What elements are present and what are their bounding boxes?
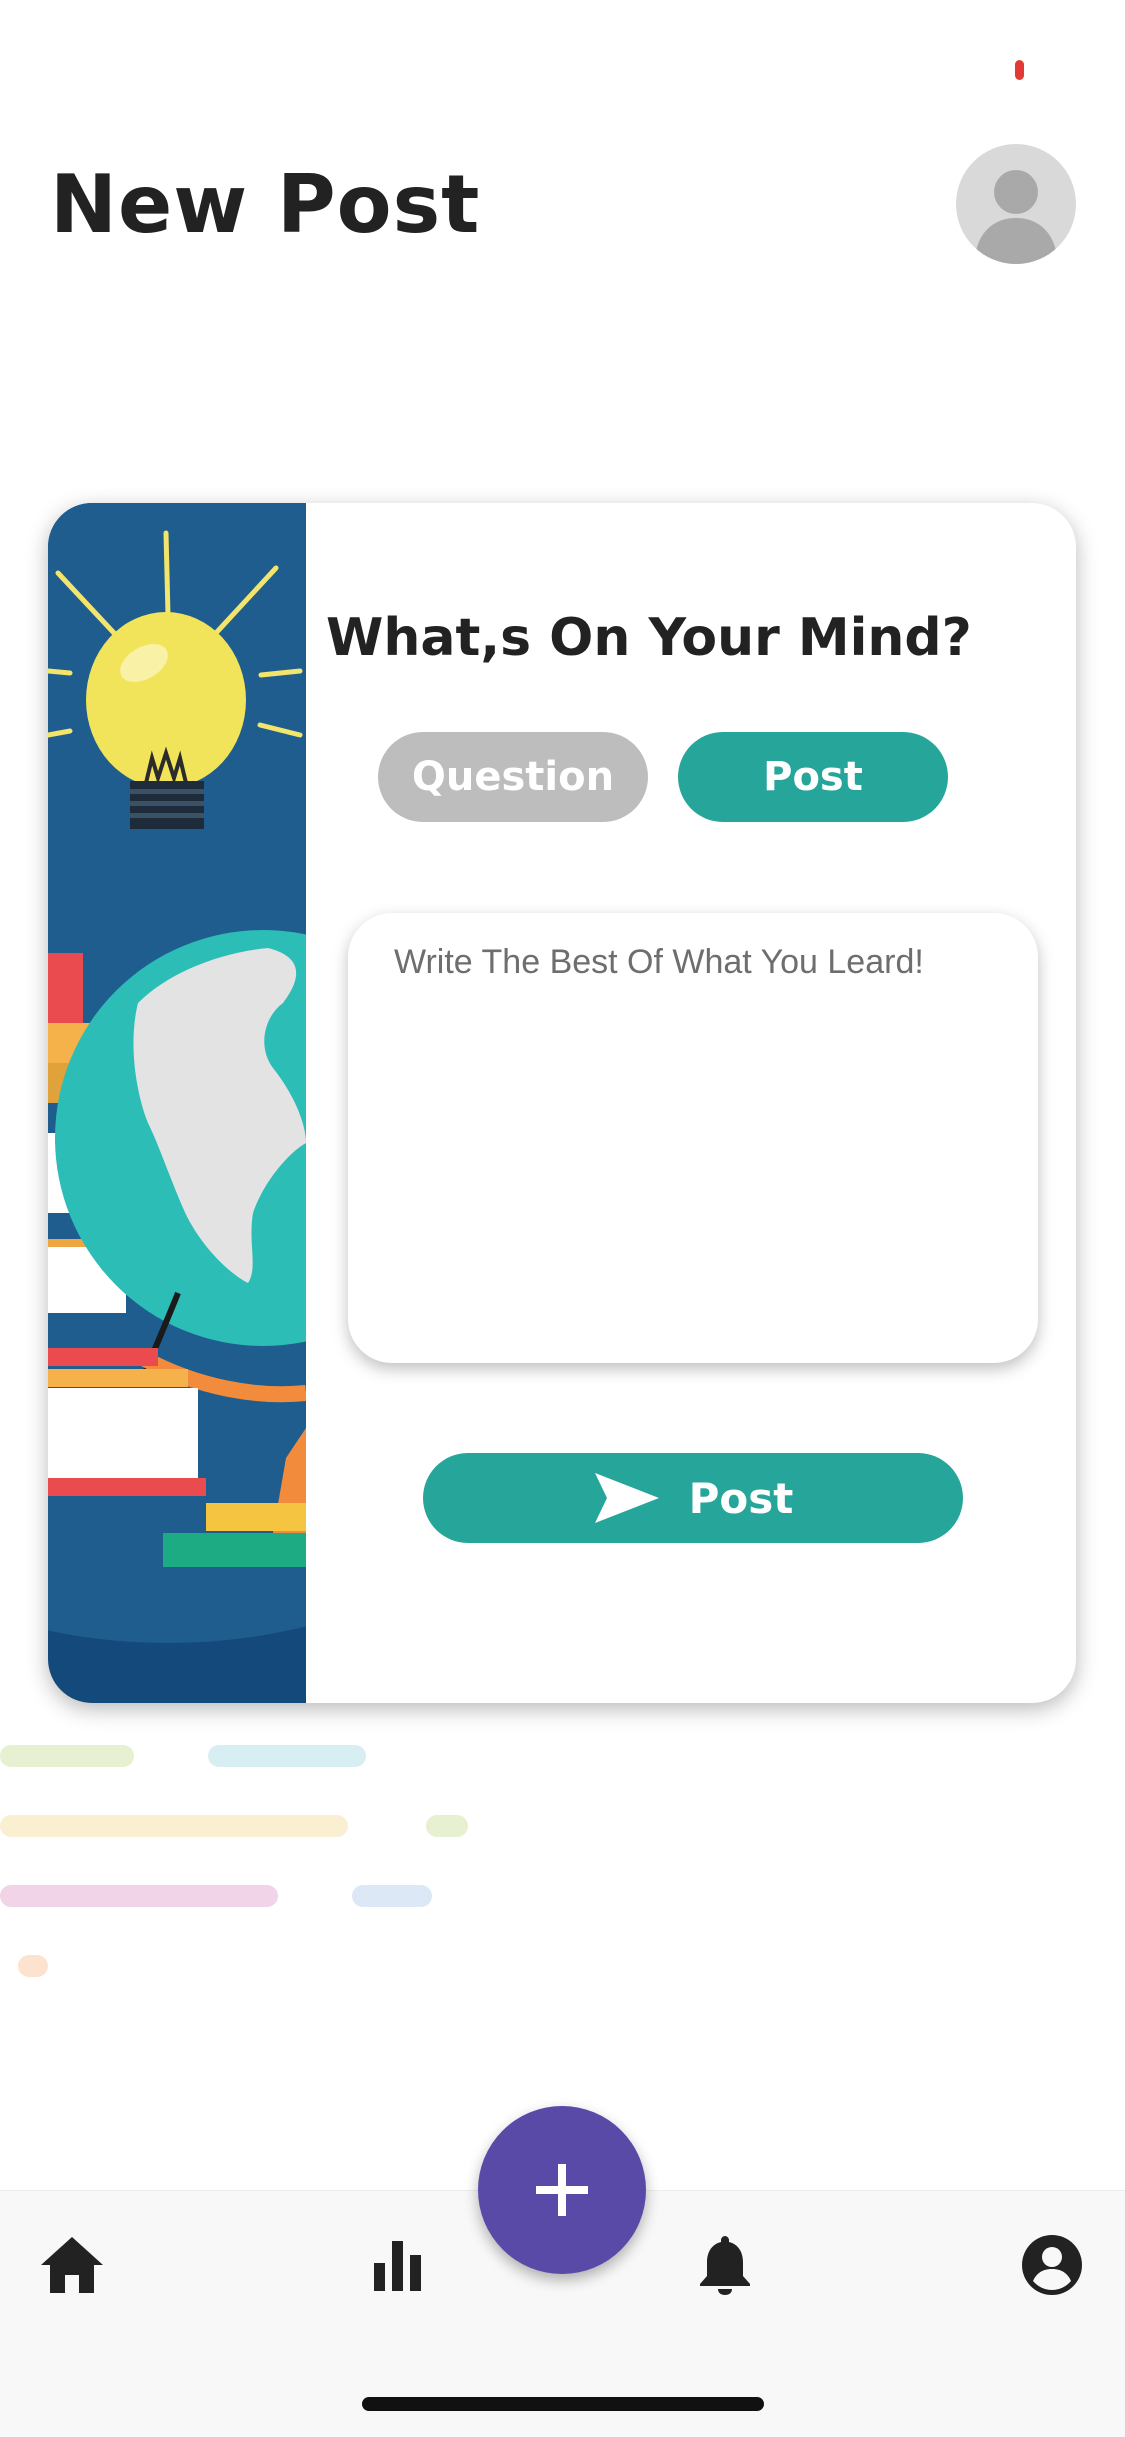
home-icon [41,2237,103,2293]
nav-profile-button[interactable] [1012,2230,1092,2300]
decorative-bar [426,1815,468,1837]
new-post-card: What,s On Your Mind? Question Post Post [48,503,1076,1703]
question-toggle-button[interactable]: Question [378,732,648,822]
avatar[interactable] [956,144,1076,264]
card-heading: What,s On Your Mind? [326,608,972,668]
decorative-bar [0,1815,348,1837]
nav-notifications-button[interactable] [685,2230,765,2300]
card-illustration [48,503,748,1703]
bar-chart-icon [374,2241,421,2291]
submit-post-label: Post [688,1473,794,1523]
send-icon [594,1473,659,1523]
decorative-bar [0,1885,278,1907]
account-icon [1022,2235,1082,2295]
decorative-bar [0,1745,134,1767]
lightbulb-globe-books-illustration [48,503,748,1703]
bell-icon [700,2236,750,2295]
nav-stats-button[interactable] [358,2230,438,2300]
add-icon [536,2164,588,2216]
add-post-fab[interactable] [478,2106,646,2274]
decorative-bar [352,1885,432,1907]
avatar-placeholder-icon [974,170,1058,264]
page-title: New Post [50,158,481,251]
nav-home-button[interactable] [32,2230,112,2300]
home-indicator [362,2397,764,2411]
post-toggle-button[interactable]: Post [678,732,948,822]
recording-indicator [1015,60,1024,80]
post-content-input[interactable] [348,913,1038,1363]
submit-post-button[interactable]: Post [423,1453,963,1543]
decorative-bar [208,1745,366,1767]
decorative-bar [18,1955,48,1977]
